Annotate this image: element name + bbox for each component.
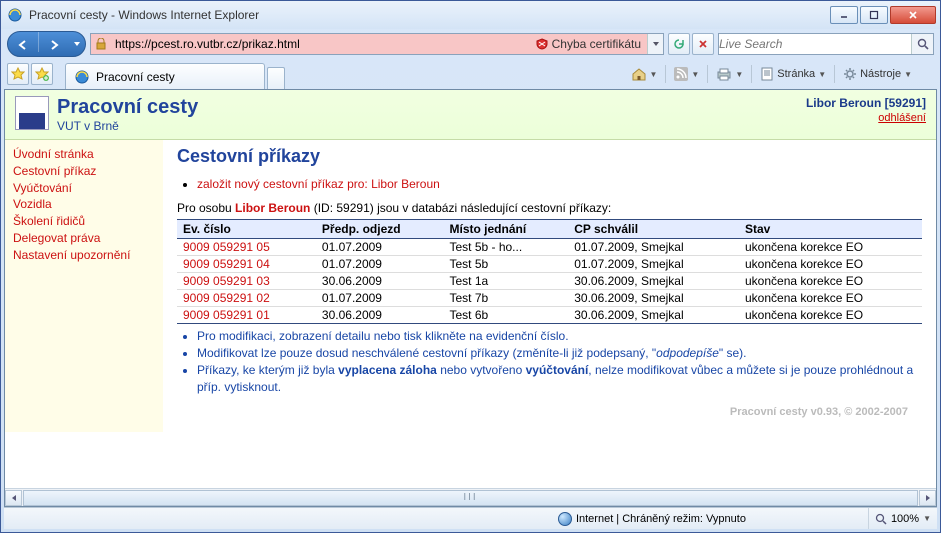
forward-button[interactable] [39,32,69,58]
lock-icon [91,34,111,54]
order-link[interactable]: 9009 059291 05 [183,240,270,254]
intro-text: Pro osobu Libor Beroun (ID: 59291) jsou … [177,201,922,215]
print-button[interactable]: ▼ [712,63,747,85]
add-favorite-button[interactable] [31,63,53,85]
app-header: Pracovní cesty VUT v Brně Libor Beroun [… [5,90,936,140]
active-tab[interactable]: Pracovní cesty [65,63,265,89]
note: Modifikovat lze pouze dosud neschválené … [197,345,922,361]
new-tab-button[interactable] [267,67,285,89]
page-menu-label: Stránka [777,68,815,80]
orders-table: Ev. číslo Předp. odjezd Místo jednání CP… [177,219,922,324]
home-button[interactable]: ▼ [627,63,662,85]
maximize-button[interactable] [860,6,888,24]
favorites-button[interactable] [7,63,29,85]
app-title: Pracovní cesty [57,96,198,119]
sidebar: Úvodní stránka Cestovní příkaz Vyúčtován… [5,140,163,432]
note: Příkazy, ke kterým již byla vyplacena zá… [197,362,922,394]
table-row: 9009 059291 0201.07.2009Test 7b30.06.200… [177,290,922,307]
th-ev: Ev. číslo [177,220,316,239]
gear-icon [843,67,857,81]
zoom-control[interactable]: 100% ▼ [875,513,931,525]
table-row: 9009 059291 0401.07.2009Test 5b01.07.200… [177,256,922,273]
sidebar-item[interactable]: Vyúčtování [13,180,155,197]
scroll-left-button[interactable] [5,490,22,506]
table-row: 9009 059291 0330.06.2009Test 1a30.06.200… [177,273,922,290]
minimize-button[interactable] [830,6,858,24]
new-travel-order-link[interactable]: založit nový cestovní příkaz pro: Libor … [197,177,440,191]
table-row: 9009 059291 0130.06.2009Test 6b30.06.200… [177,307,922,324]
address-dropdown[interactable] [647,34,663,54]
zoom-value: 100% [891,513,919,525]
sidebar-item[interactable]: Úvodní stránka [13,146,155,163]
horizontal-scrollbar[interactable]: III [5,488,936,506]
order-link[interactable]: 9009 059291 01 [183,308,270,322]
tools-menu-label: Nástroje [860,68,901,80]
address-input[interactable] [111,34,530,54]
certificate-error[interactable]: Chyba certifikátu [530,34,647,54]
titlebar: Pracovní cesty - Windows Internet Explor… [1,1,940,29]
ie-icon [7,7,23,23]
zoom-icon [875,513,887,525]
nav-history-dropdown[interactable] [69,32,85,56]
table-row: 9009 059291 0501.07.2009Test 5b - ho...0… [177,239,922,256]
page-footer: Pracovní cesty v0.93, © 2002-2007 [177,396,922,422]
shield-error-icon [536,38,548,50]
close-button[interactable] [890,6,936,24]
order-link[interactable]: 9009 059291 04 [183,257,270,271]
sidebar-item[interactable]: Školení řidičů [13,213,155,230]
page-menu[interactable]: Stránka▼ [756,63,830,85]
app-org: VUT v Brně [57,119,198,133]
back-button[interactable] [8,32,38,58]
sidebar-item[interactable]: Delegovat práva [13,230,155,247]
globe-icon [558,512,572,526]
user-badge: Libor Beroun [59291] [806,96,926,110]
logout-link[interactable]: odhlášení [878,112,926,124]
refresh-button[interactable] [668,33,690,55]
app-logo [15,96,49,130]
zoom-dropdown[interactable]: ▼ [923,514,931,523]
search-button[interactable] [911,34,933,54]
window-title: Pracovní cesty - Windows Internet Explor… [29,8,830,22]
tab-title: Pracovní cesty [96,70,175,84]
sidebar-item[interactable]: Vozidla [13,196,155,213]
order-link[interactable]: 9009 059291 02 [183,291,270,305]
feeds-button[interactable]: ▼ [670,63,703,85]
stop-button[interactable] [692,33,714,55]
ie-icon [74,69,90,85]
scroll-right-button[interactable] [919,490,936,506]
th-odjezd: Předp. odjezd [316,220,444,239]
sidebar-item[interactable]: Nastavení upozornění [13,247,155,264]
th-misto: Místo jednání [443,220,568,239]
security-zone[interactable]: Internet | Chráněný režim: Vypnuto [436,512,868,526]
sidebar-item[interactable]: Cestovní příkaz [13,163,155,180]
zone-label: Internet | Chráněný režim: Vypnuto [576,513,746,525]
order-link[interactable]: 9009 059291 03 [183,274,270,288]
th-stav: Stav [739,220,922,239]
page-heading: Cestovní příkazy [177,146,922,167]
search-input[interactable] [719,37,911,51]
th-schvalil: CP schválil [568,220,739,239]
scroll-thumb[interactable]: III [23,490,918,506]
note: Pro modifikaci, zobrazení detailu nebo t… [197,328,922,344]
tools-menu[interactable]: Nástroje▼ [839,63,916,85]
certificate-error-label: Chyba certifikátu [552,37,641,51]
